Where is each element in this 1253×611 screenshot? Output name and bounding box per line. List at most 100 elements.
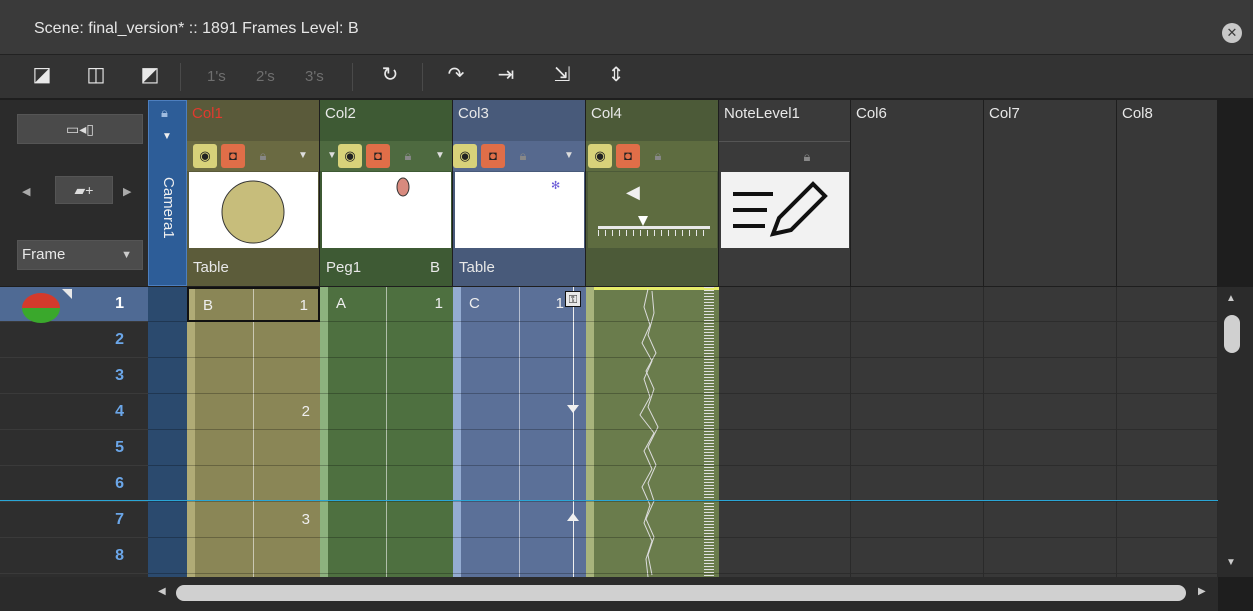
lock-icon[interactable]: 🔒︎	[795, 145, 819, 169]
duplicate-icon[interactable]: ↷	[444, 63, 468, 87]
column-cells-col7[interactable]	[984, 287, 1117, 577]
pegbar-label[interactable]: Table	[193, 259, 229, 276]
interpolation-end-icon[interactable]	[567, 513, 579, 521]
scroll-right-icon[interactable]: ▶	[1198, 586, 1206, 597]
cell[interactable]	[453, 431, 586, 466]
preview-visible-icon[interactable]: ◉	[453, 144, 477, 168]
scroll-down-icon[interactable]: ▼	[1226, 557, 1236, 568]
step-1-button[interactable]: 1's	[207, 68, 226, 85]
preview-visible-icon[interactable]: ◉	[193, 144, 217, 168]
column-cells-col8[interactable]	[1117, 287, 1218, 577]
frame-mode-dropdown[interactable]: Frame ▼	[17, 240, 143, 270]
camstand-visible-icon[interactable]: ◘	[616, 144, 640, 168]
lock-icon[interactable]: 🔒︎	[646, 144, 670, 168]
onion-skin-marker-icon[interactable]	[62, 289, 72, 299]
pegbar-label[interactable]: Peg1	[326, 259, 361, 276]
chevron-down-icon[interactable]: ▼	[428, 144, 452, 168]
remove-icon[interactable]: ⇲	[550, 63, 574, 87]
camera-column-header[interactable]: 🔒︎ ▼ Camera1	[148, 100, 187, 286]
interpolation-start-icon[interactable]	[567, 405, 579, 413]
row-number[interactable]: 2	[0, 323, 148, 358]
column-cells-col3[interactable]: C 1 ⚿	[453, 287, 586, 577]
close-icon[interactable]: ✕	[1222, 23, 1242, 43]
cell[interactable]	[187, 539, 320, 574]
cell[interactable]	[453, 395, 586, 430]
column-header-col4[interactable]: Col4 ◉ ◘ 🔒︎ ◀	[586, 100, 719, 286]
cell[interactable]	[453, 539, 586, 574]
cell[interactable]: A 1	[320, 287, 453, 322]
cell[interactable]: B 1	[187, 287, 320, 322]
chevron-down-icon[interactable]: ▼	[162, 131, 172, 142]
cell[interactable]	[320, 467, 453, 502]
column-cells-col4[interactable]	[586, 287, 719, 577]
column-cells-notelevel1[interactable]	[719, 287, 851, 577]
key-icon[interactable]: ⚿	[565, 291, 581, 307]
next-arrow-icon[interactable]: ▶	[123, 185, 131, 198]
scroll-left-icon[interactable]: ◀	[158, 586, 166, 597]
new-toonz-level-icon[interactable]: ◫	[84, 63, 108, 87]
cell[interactable]	[187, 431, 320, 466]
insert-icon[interactable]: ⇥	[494, 63, 518, 87]
cell[interactable]	[320, 359, 453, 394]
step-3-button[interactable]: 3's	[305, 68, 324, 85]
chevron-down-icon[interactable]: ▼	[557, 144, 581, 168]
scroll-up-icon[interactable]: ▲	[1226, 293, 1236, 304]
camera-column-cells[interactable]	[148, 287, 187, 577]
row-number[interactable]: 3	[0, 359, 148, 394]
column-cells-col2[interactable]: A 1	[320, 287, 453, 577]
cell[interactable]	[320, 431, 453, 466]
cell[interactable]: 3	[187, 503, 320, 538]
cell[interactable]: 2	[187, 395, 320, 430]
cell[interactable]	[187, 323, 320, 358]
pegbar-label[interactable]: Table	[459, 259, 495, 276]
cell[interactable]	[453, 359, 586, 394]
camstand-visible-icon[interactable]: ◘	[221, 144, 245, 168]
scrollbar-thumb[interactable]	[1224, 315, 1240, 353]
row-number[interactable]: 7	[0, 503, 148, 538]
preview-visible-icon[interactable]: ◉	[338, 144, 362, 168]
row-number[interactable]: 6	[0, 467, 148, 502]
parent-handle-label[interactable]: B	[430, 259, 440, 276]
scrollbar-thumb[interactable]	[176, 585, 1186, 601]
cell[interactable]	[187, 359, 320, 394]
preview-visible-icon[interactable]: ◉	[588, 144, 612, 168]
column-header-col8[interactable]: Col8	[1117, 100, 1218, 286]
lock-icon[interactable]: 🔒︎	[251, 144, 275, 168]
volume-slider-handle[interactable]	[638, 216, 648, 226]
column-cells-col1[interactable]: B 1 2 3	[187, 287, 320, 577]
cell[interactable]	[320, 539, 453, 574]
toggle-layout-button[interactable]: ▭◂▯	[17, 114, 143, 144]
lock-icon[interactable]: 🔒︎	[161, 105, 168, 121]
column-header-col2[interactable]: Col2 ▼ ◉ ◘ 🔒︎ ▼ Peg1 B	[320, 100, 453, 286]
column-header-col1[interactable]: Col1 ◉ ◘ 🔒︎ ▼ Table	[187, 100, 320, 286]
new-raster-level-icon[interactable]: ◩	[138, 63, 162, 87]
lock-icon[interactable]: 🔒︎	[511, 144, 535, 168]
column-cells-col6[interactable]	[851, 287, 984, 577]
reframe-icon[interactable]: ↻	[378, 63, 402, 87]
step-2-button[interactable]: 2's	[256, 68, 275, 85]
cell[interactable]	[453, 323, 586, 358]
row-number[interactable]: 5	[0, 431, 148, 466]
camstand-visible-icon[interactable]: ◘	[481, 144, 505, 168]
column-header-col3[interactable]: Col3 ◉ ◘ 🔒︎ ▼ ✻ Table	[453, 100, 586, 286]
cell[interactable]	[320, 503, 453, 538]
column-header-col7[interactable]: Col7	[984, 100, 1117, 286]
cell[interactable]	[187, 467, 320, 502]
column-header-col6[interactable]: Col6	[851, 100, 984, 286]
chevron-down-icon[interactable]: ▼	[291, 144, 315, 168]
row-number[interactable]: 8	[0, 539, 148, 574]
onion-skin-icon[interactable]	[22, 293, 60, 323]
vertical-scrollbar[interactable]: ▲ ▼	[1218, 287, 1253, 577]
prev-arrow-icon[interactable]: ◀	[22, 185, 30, 198]
column-header-notelevel1[interactable]: NoteLevel1 🔒︎	[719, 100, 851, 286]
cell[interactable]	[320, 323, 453, 358]
camstand-visible-icon[interactable]: ◘	[366, 144, 390, 168]
cell[interactable]: C 1 ⚿	[453, 287, 586, 322]
row-number[interactable]: 4	[0, 395, 148, 430]
new-vector-level-icon[interactable]: ◪	[30, 63, 54, 87]
horizontal-scrollbar[interactable]: ◀ ▶	[148, 577, 1218, 611]
volume-slider[interactable]	[598, 226, 710, 229]
lock-icon[interactable]: 🔒︎	[396, 144, 420, 168]
add-frame-icon[interactable]: ▰+	[55, 176, 113, 204]
cell[interactable]	[453, 467, 586, 502]
